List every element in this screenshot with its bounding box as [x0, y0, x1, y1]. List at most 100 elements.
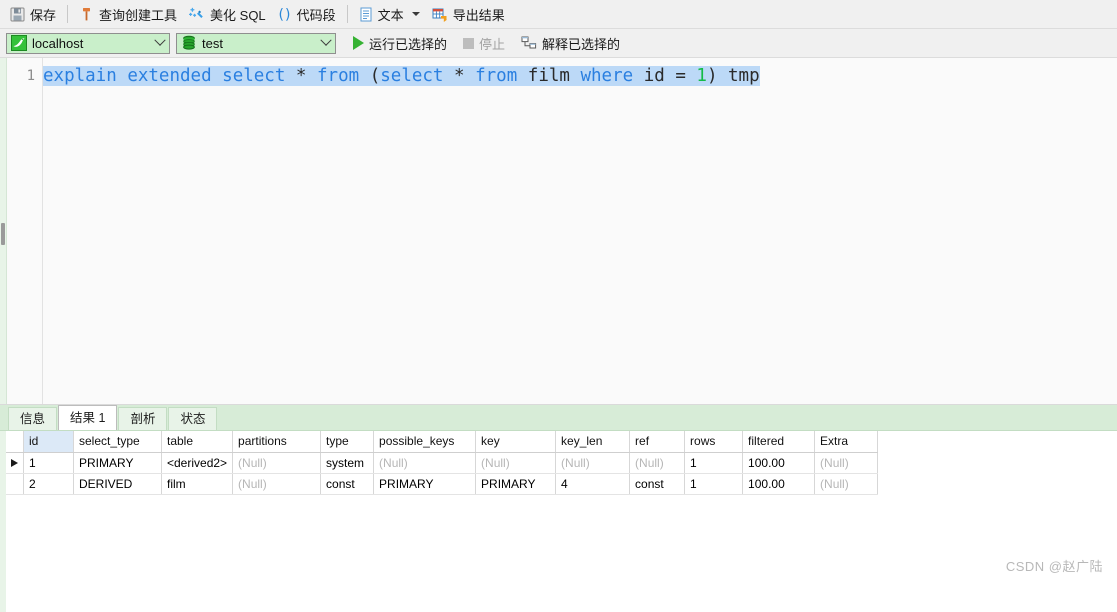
sql-token-1 [117, 66, 128, 86]
row-indicator[interactable] [6, 473, 24, 495]
table-row[interactable]: 1 PRIMARY <derived2> (Null) system (Null) (Nul… [6, 452, 879, 474]
column-header-select_type[interactable]: select_type [73, 431, 162, 453]
editor-line-1[interactable]: explain extended select * from (select *… [43, 64, 1117, 88]
connection-dropdown-arrow[interactable] [151, 33, 169, 53]
text-format-button[interactable]: 文本 [353, 3, 426, 26]
save-button[interactable]: 保存 [4, 3, 62, 26]
cell-ref[interactable]: const [629, 473, 686, 495]
cell-possible_keys[interactable]: (Null) [373, 452, 477, 474]
column-header-id[interactable]: id [23, 431, 74, 453]
svg-text:): ) [285, 7, 290, 22]
beautify-sql-button[interactable]: 美化 SQL [183, 3, 272, 26]
current-row-arrow-icon [11, 458, 18, 467]
cell-id[interactable]: 1 [23, 452, 74, 474]
result-tab-1[interactable]: 结果 1 [58, 405, 118, 430]
sql-token-12: * [454, 66, 465, 86]
cell-Extra[interactable]: (Null) [814, 452, 879, 474]
chevron-down-icon[interactable] [411, 12, 420, 16]
cell-table[interactable]: film [161, 473, 234, 495]
cell-select_type[interactable]: PRIMARY [73, 452, 162, 474]
save-label: 保存 [30, 7, 57, 23]
column-header-key[interactable]: key [475, 431, 557, 453]
cell-rows[interactable]: 1 [684, 452, 744, 474]
cell-type[interactable]: system [320, 452, 375, 474]
result-tabs: 信息 结果 1 剖析 状态 [0, 405, 1117, 431]
mysql-dolphin-icon [11, 35, 27, 51]
cell-filtered[interactable]: 100.00 [742, 452, 816, 474]
cell-key_len[interactable]: (Null) [555, 452, 631, 474]
column-header-filtered[interactable]: filtered [742, 431, 816, 453]
sql-token-0: explain [43, 66, 117, 86]
result-grid-container[interactable]: id select_type table partitions type possible… [0, 431, 1117, 612]
connection-select[interactable]: localhost [6, 32, 170, 54]
cell-key_len[interactable]: 4 [555, 473, 631, 495]
run-selected-button[interactable]: 运行已选择的 [348, 32, 452, 54]
column-header-key_len[interactable]: key_len [555, 431, 631, 453]
editor-gutter: 1 [7, 58, 43, 404]
cell-rows[interactable]: 1 [684, 473, 744, 495]
sql-token-3 [212, 66, 223, 86]
database-dropdown-arrow[interactable] [317, 33, 335, 53]
sql-token-6: * [295, 66, 307, 86]
toolbar-divider-2 [346, 5, 348, 23]
sql-token-14: from [475, 66, 518, 86]
column-header-partitions[interactable]: partitions [232, 431, 322, 453]
play-icon [353, 36, 364, 50]
table-row[interactable]: 2 DERIVED film (Null) const PRIMARY PRIMARY 4 co… [6, 473, 879, 495]
row-indicator[interactable] [6, 452, 24, 474]
watermark: CSDN @赵广陆 [1005, 559, 1103, 574]
sql-token-5 [285, 66, 296, 86]
cell-table[interactable]: <derived2> [161, 452, 234, 474]
stop-label: 停止 [479, 36, 506, 52]
column-header-Extra[interactable]: Extra [814, 431, 879, 453]
line-number: 1 [26, 68, 35, 84]
left-splitter[interactable] [0, 58, 7, 404]
result-tab-2[interactable]: 剖析 [118, 407, 168, 430]
database-select[interactable]: test [176, 32, 336, 54]
editor-code-area[interactable]: explain extended select * from (select *… [43, 58, 1117, 404]
row-indicator-header [6, 431, 24, 453]
sql-token-7 [306, 66, 317, 86]
cell-possible_keys[interactable]: PRIMARY [373, 473, 477, 495]
cell-type[interactable]: const [320, 473, 375, 495]
column-header-type[interactable]: type [320, 431, 375, 453]
sql-token-2: extended [127, 66, 212, 86]
cell-filtered[interactable]: 100.00 [742, 473, 816, 495]
column-header-possible_keys[interactable]: possible_keys [373, 431, 477, 453]
cell-ref[interactable]: (Null) [629, 452, 686, 474]
snippet-button[interactable]: ( ) 代码段 [272, 3, 342, 26]
toolbar-divider-1 [67, 5, 69, 23]
connection-toolbar: localhost test 运行已选择的 停止 解释已选择的 [0, 29, 1117, 58]
export-results-button[interactable]: 导出结果 [426, 3, 511, 26]
explain-result-table: id select_type table partitions type possible… [6, 431, 879, 495]
connection-value: localhost [32, 35, 84, 51]
cell-partitions[interactable]: (Null) [232, 452, 322, 474]
text-format-label: 文本 [377, 7, 404, 23]
cell-partitions[interactable]: (Null) [232, 473, 322, 495]
run-selected-label: 运行已选择的 [369, 36, 448, 52]
sql-token-15: film [517, 66, 581, 86]
sql-token-18: 1 [696, 66, 707, 86]
explain-selected-button[interactable]: 解释已选择的 [516, 32, 625, 54]
column-header-rows[interactable]: rows [684, 431, 744, 453]
sql-token-10: select [380, 66, 444, 86]
column-header-ref[interactable]: ref [629, 431, 686, 453]
result-tab-3[interactable]: 状态 [168, 407, 218, 430]
column-header-table[interactable]: table [161, 431, 234, 453]
snippet-label: 代码段 [296, 7, 336, 23]
stop-button: 停止 [458, 32, 510, 54]
database-icon [181, 35, 197, 51]
cell-select_type[interactable]: DERIVED [73, 473, 162, 495]
result-tab-0[interactable]: 信息 [8, 407, 58, 430]
cell-id[interactable]: 2 [23, 473, 74, 495]
cell-Extra[interactable]: (Null) [814, 473, 879, 495]
splitter-handle[interactable] [1, 223, 5, 245]
cell-key[interactable]: PRIMARY [475, 473, 557, 495]
cell-key[interactable]: (Null) [475, 452, 557, 474]
text-icon [359, 7, 373, 22]
database-value: test [202, 35, 223, 51]
table-header-row: id select_type table partitions type possible… [6, 431, 879, 453]
sql-token-19: ) tmp [706, 66, 760, 86]
sql-editor[interactable]: 1 explain extended select * from (select… [0, 58, 1117, 405]
query-builder-button[interactable]: 查询创建工具 [73, 3, 183, 26]
